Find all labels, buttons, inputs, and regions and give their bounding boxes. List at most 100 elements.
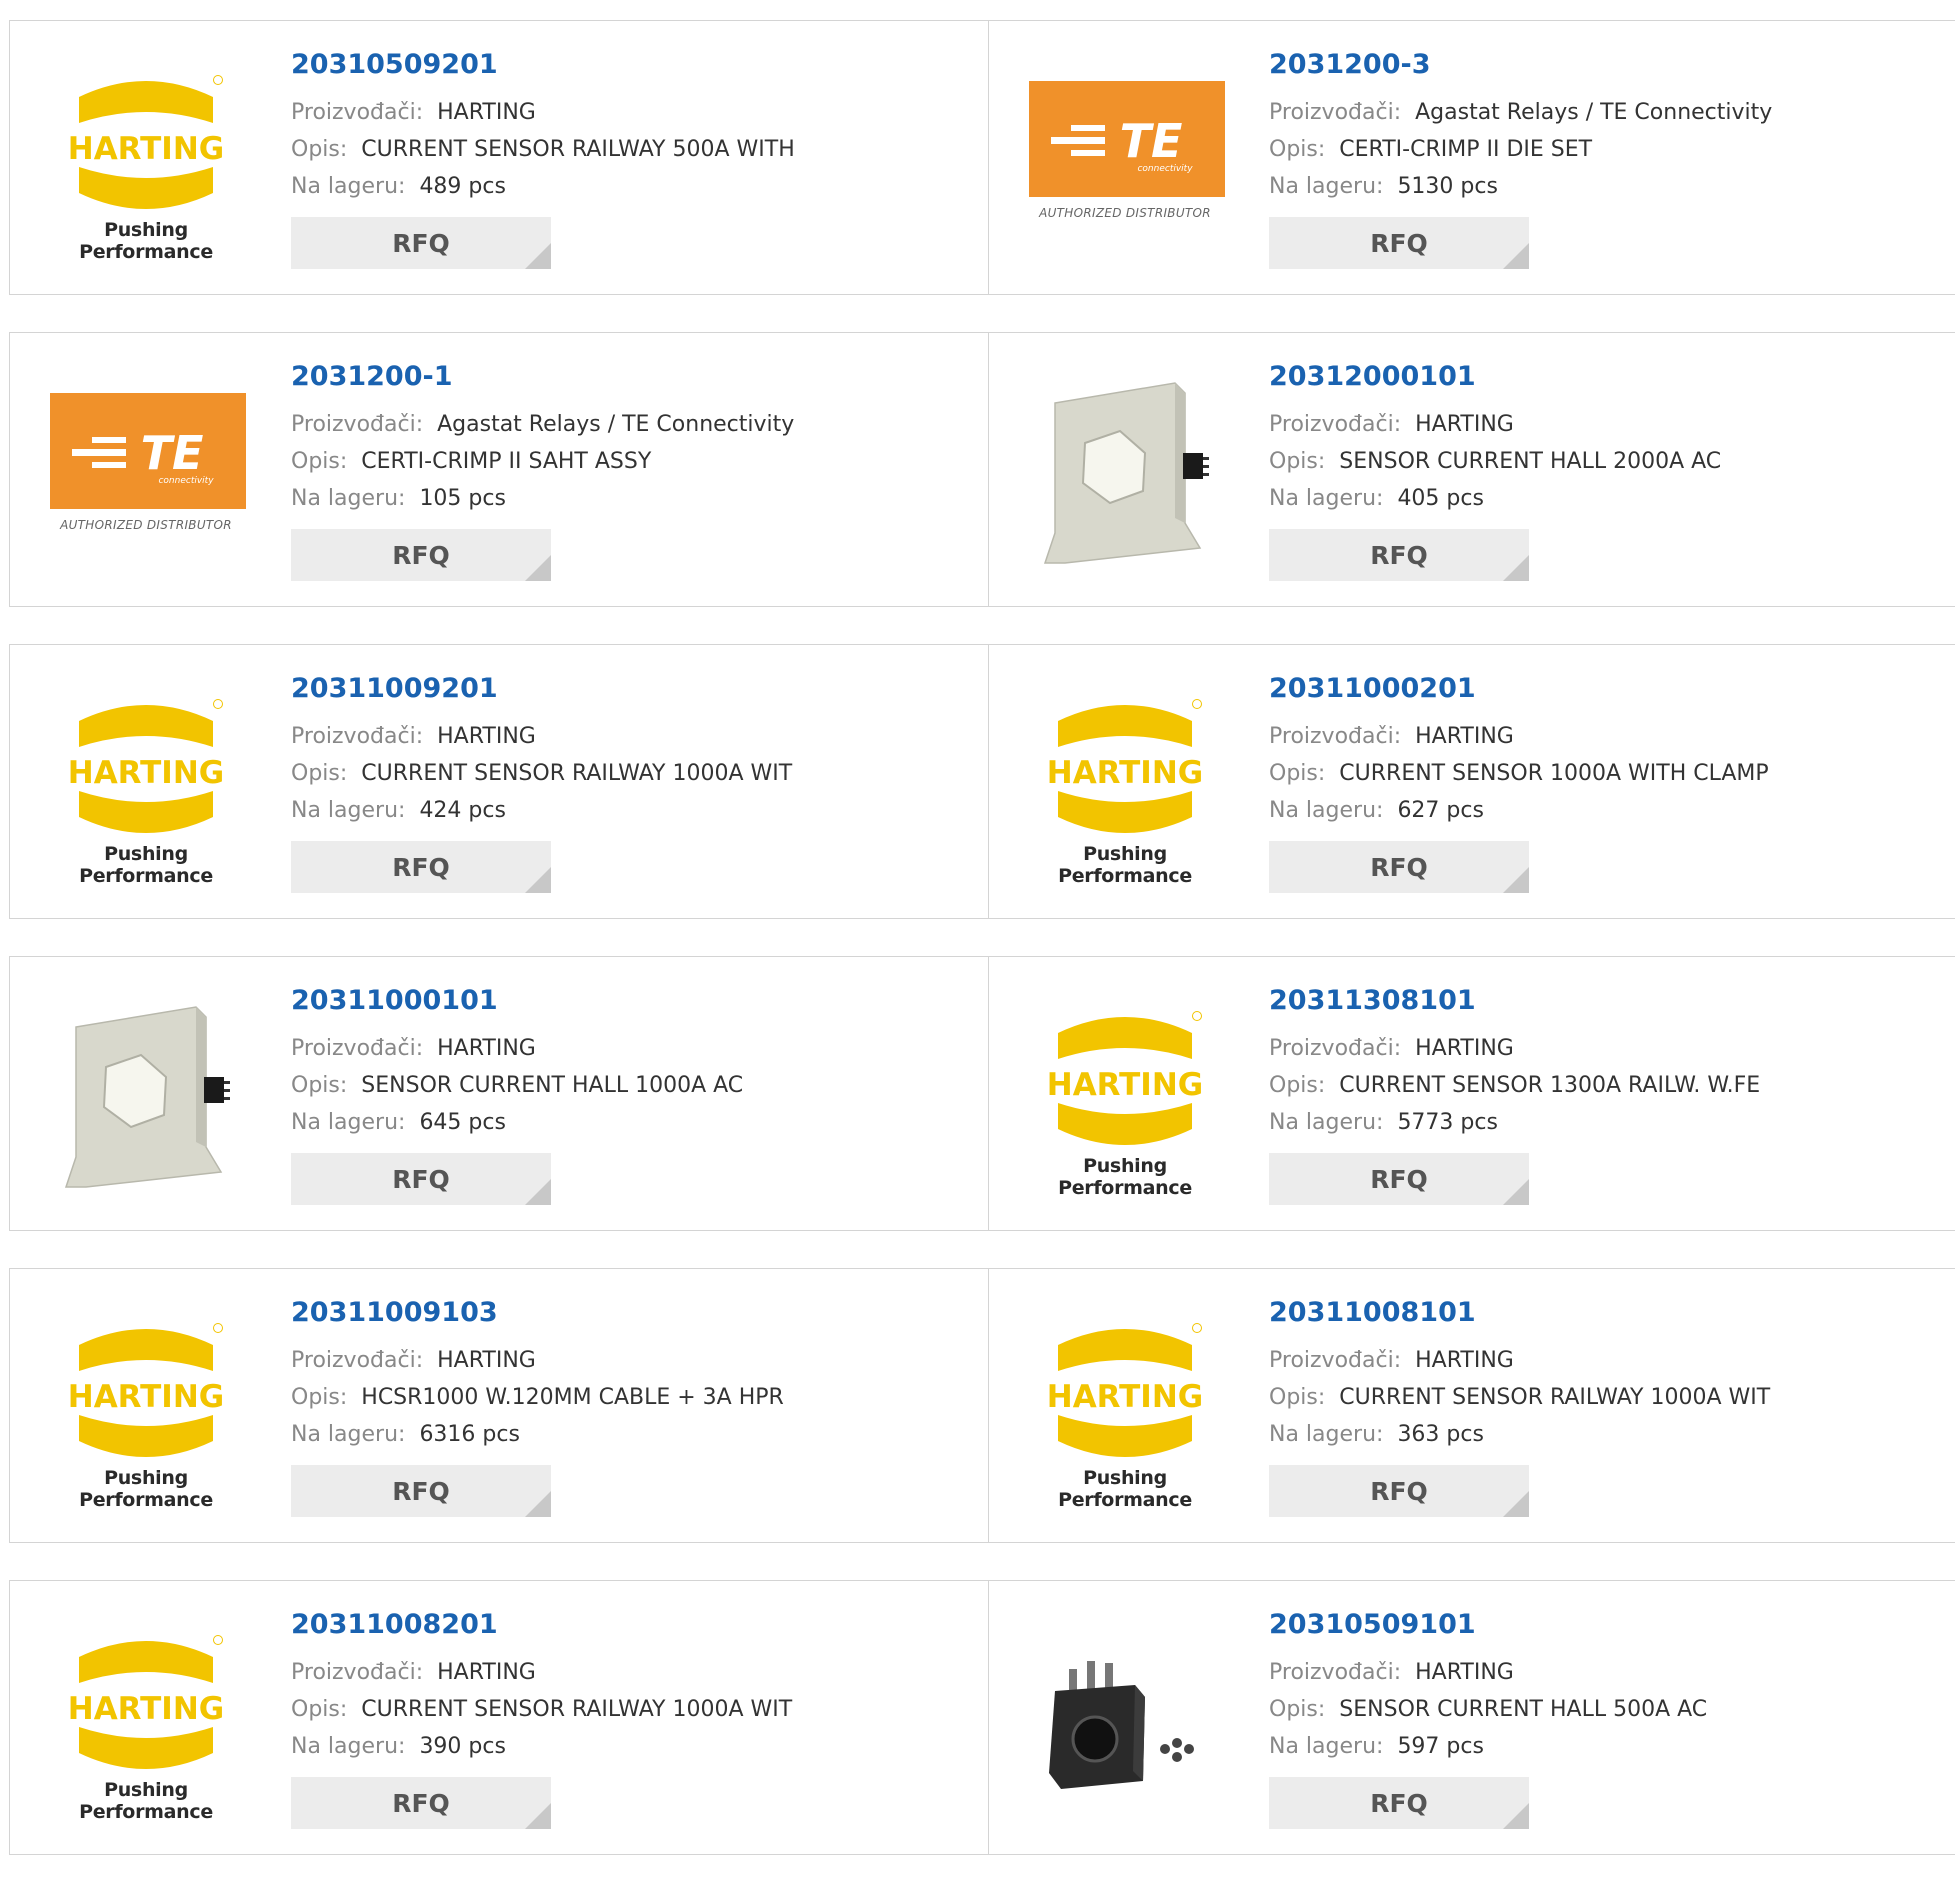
description-value: CURRENT SENSOR RAILWAY 1000A WIT bbox=[361, 1697, 793, 1722]
product-card: TE connectivity AUTHORIZED DISTRIBUTOR 2… bbox=[10, 333, 988, 606]
description-value: HCSR1000 W.120MM CABLE + 3A HPR bbox=[361, 1385, 784, 1410]
svg-text:TE: TE bbox=[141, 426, 204, 480]
harting-logo: HARTING Pushing Performance bbox=[1025, 695, 1225, 887]
manufacturer-label: Proizvođači: bbox=[291, 412, 424, 437]
stock-label: Na lageru: bbox=[1269, 798, 1384, 823]
registered-mark bbox=[213, 1635, 223, 1645]
rfq-button[interactable]: RFQ bbox=[1269, 1777, 1529, 1829]
rfq-button[interactable]: RFQ bbox=[1269, 529, 1529, 581]
product-image[interactable]: HARTING Pushing Performance bbox=[46, 1621, 246, 1823]
svg-text:HARTING: HARTING bbox=[68, 755, 224, 791]
product-info: 20311000201 Proizvođači: HARTING Opis: CUR… bbox=[1269, 673, 1769, 893]
product-image[interactable]: HARTING Pushing Performance bbox=[46, 685, 246, 887]
stock-line: Na lageru: 5773 pcs bbox=[1269, 1104, 1760, 1141]
product-info: 20311000101 Proizvođači: HARTING Opis: SEN… bbox=[291, 985, 743, 1205]
description-line: Opis: CERTI-CRIMP II SAHT ASSY bbox=[291, 443, 794, 480]
manufacturer-label: Proizvođači: bbox=[1269, 1660, 1402, 1685]
rfq-button[interactable]: RFQ bbox=[291, 1777, 551, 1829]
te-logo-box: TE connectivity bbox=[50, 393, 246, 509]
description-value: CURRENT SENSOR 1000A WITH CLAMP bbox=[1339, 761, 1769, 786]
product-grid: HARTING Pushing Performance 20310509201 … bbox=[9, 20, 1955, 1892]
description-value: CERTI-CRIMP II SAHT ASSY bbox=[361, 449, 652, 474]
manufacturer-label: Proizvođači: bbox=[1269, 724, 1402, 749]
part-number-link[interactable]: 20311008201 bbox=[291, 1609, 498, 1640]
part-number-link[interactable]: 20311000201 bbox=[1269, 673, 1476, 704]
product-image[interactable] bbox=[46, 997, 246, 1197]
part-number-link[interactable]: 20310509201 bbox=[291, 49, 498, 80]
description-value: CURRENT SENSOR RAILWAY 1000A WIT bbox=[1339, 1385, 1771, 1410]
svg-text:HARTING: HARTING bbox=[1047, 1067, 1203, 1103]
description-label: Opis: bbox=[291, 1073, 348, 1098]
corner-triangle-icon bbox=[525, 555, 551, 581]
part-number-link[interactable]: 2031200-3 bbox=[1269, 49, 1431, 80]
rfq-label: RFQ bbox=[1370, 1164, 1428, 1194]
registered-mark bbox=[213, 1323, 223, 1333]
part-number-link[interactable]: 20310509101 bbox=[1269, 1609, 1476, 1640]
rfq-button[interactable]: RFQ bbox=[291, 841, 551, 893]
rfq-label: RFQ bbox=[392, 228, 450, 258]
rfq-button[interactable]: RFQ bbox=[291, 217, 551, 269]
description-label: Opis: bbox=[1269, 761, 1326, 786]
rfq-label: RFQ bbox=[1370, 228, 1428, 258]
stock-value: 627 pcs bbox=[1397, 798, 1484, 823]
description-label: Opis: bbox=[291, 137, 348, 162]
harting-logo: HARTING Pushing Performance bbox=[1025, 1007, 1225, 1199]
stock-line: Na lageru: 5130 pcs bbox=[1269, 168, 1772, 205]
stock-line: Na lageru: 627 pcs bbox=[1269, 792, 1769, 829]
svg-text:connectivity: connectivity bbox=[158, 476, 214, 486]
corner-triangle-icon bbox=[1503, 555, 1529, 581]
rfq-button[interactable]: RFQ bbox=[1269, 1153, 1529, 1205]
svg-text:HARTING: HARTING bbox=[68, 131, 224, 167]
harting-tagline: Pushing Performance bbox=[1058, 1467, 1192, 1511]
product-image[interactable] bbox=[1025, 1621, 1225, 1821]
part-number-link[interactable]: 2031200-1 bbox=[291, 361, 453, 392]
manufacturer-value: HARTING bbox=[437, 1036, 536, 1061]
registered-mark bbox=[1192, 699, 1202, 709]
product-image[interactable]: HARTING Pushing Performance bbox=[1025, 685, 1225, 887]
manufacturer-line: Proizvođači: Agastat Relays / TE Connecti… bbox=[1269, 94, 1772, 131]
part-number-link[interactable]: 20311008101 bbox=[1269, 1297, 1476, 1328]
corner-triangle-icon bbox=[1503, 243, 1529, 269]
description-value: CURRENT SENSOR RAILWAY 500A WITH bbox=[361, 137, 795, 162]
part-number-link[interactable]: 20312000101 bbox=[1269, 361, 1476, 392]
rfq-button[interactable]: RFQ bbox=[1269, 217, 1529, 269]
rfq-button[interactable]: RFQ bbox=[291, 1465, 551, 1517]
harting-tagline: Pushing Performance bbox=[1058, 843, 1192, 887]
part-number-link[interactable]: 20311308101 bbox=[1269, 985, 1476, 1016]
harting-logo: HARTING Pushing Performance bbox=[46, 71, 246, 263]
rfq-label: RFQ bbox=[392, 1164, 450, 1194]
product-image[interactable]: TE connectivity AUTHORIZED DISTRIBUTOR bbox=[46, 373, 246, 573]
part-number-link[interactable]: 20311000101 bbox=[291, 985, 498, 1016]
hall-sensor-photo bbox=[46, 997, 246, 1197]
description-label: Opis: bbox=[291, 761, 348, 786]
svg-text:HARTING: HARTING bbox=[68, 1691, 224, 1727]
rfq-button[interactable]: RFQ bbox=[291, 1153, 551, 1205]
product-row: HARTING Pushing Performance 20311009103 … bbox=[9, 1268, 1955, 1543]
harting-logo-graphic: HARTING bbox=[68, 81, 224, 209]
rfq-label: RFQ bbox=[392, 1476, 450, 1506]
product-card: HARTING Pushing Performance 20311000201 … bbox=[988, 645, 1955, 918]
stock-value: 5130 pcs bbox=[1397, 174, 1498, 199]
stock-line: Na lageru: 645 pcs bbox=[291, 1104, 743, 1141]
stock-label: Na lageru: bbox=[291, 486, 406, 511]
part-number-link[interactable]: 20311009103 bbox=[291, 1297, 498, 1328]
description-line: Opis: CURRENT SENSOR RAILWAY 1000A WIT bbox=[1269, 1379, 1770, 1416]
product-image[interactable]: HARTING Pushing Performance bbox=[1025, 1309, 1225, 1511]
product-info: 20311008201 Proizvođači: HARTING Opis: CUR… bbox=[291, 1609, 792, 1829]
rfq-button[interactable]: RFQ bbox=[1269, 841, 1529, 893]
corner-triangle-icon bbox=[1503, 1803, 1529, 1829]
stock-value: 105 pcs bbox=[419, 486, 506, 511]
rfq-button[interactable]: RFQ bbox=[1269, 1465, 1529, 1517]
product-image[interactable]: TE connectivity AUTHORIZED DISTRIBUTOR bbox=[1025, 61, 1225, 261]
svg-text:HARTING: HARTING bbox=[68, 1379, 224, 1415]
product-card: 20310509101 Proizvođači: HARTING Opis: SEN… bbox=[988, 1581, 1955, 1854]
product-image[interactable] bbox=[1025, 373, 1225, 573]
stock-line: Na lageru: 390 pcs bbox=[291, 1728, 792, 1765]
product-image[interactable]: HARTING Pushing Performance bbox=[46, 1309, 246, 1511]
rfq-button[interactable]: RFQ bbox=[291, 529, 551, 581]
product-image[interactable]: HARTING Pushing Performance bbox=[46, 61, 246, 263]
part-number-link[interactable]: 20311009201 bbox=[291, 673, 498, 704]
product-card: 20312000101 Proizvođači: HARTING Opis: SEN… bbox=[988, 333, 1955, 606]
description-line: Opis: CURRENT SENSOR RAILWAY 1000A WIT bbox=[291, 1691, 792, 1728]
product-image[interactable]: HARTING Pushing Performance bbox=[1025, 997, 1225, 1199]
